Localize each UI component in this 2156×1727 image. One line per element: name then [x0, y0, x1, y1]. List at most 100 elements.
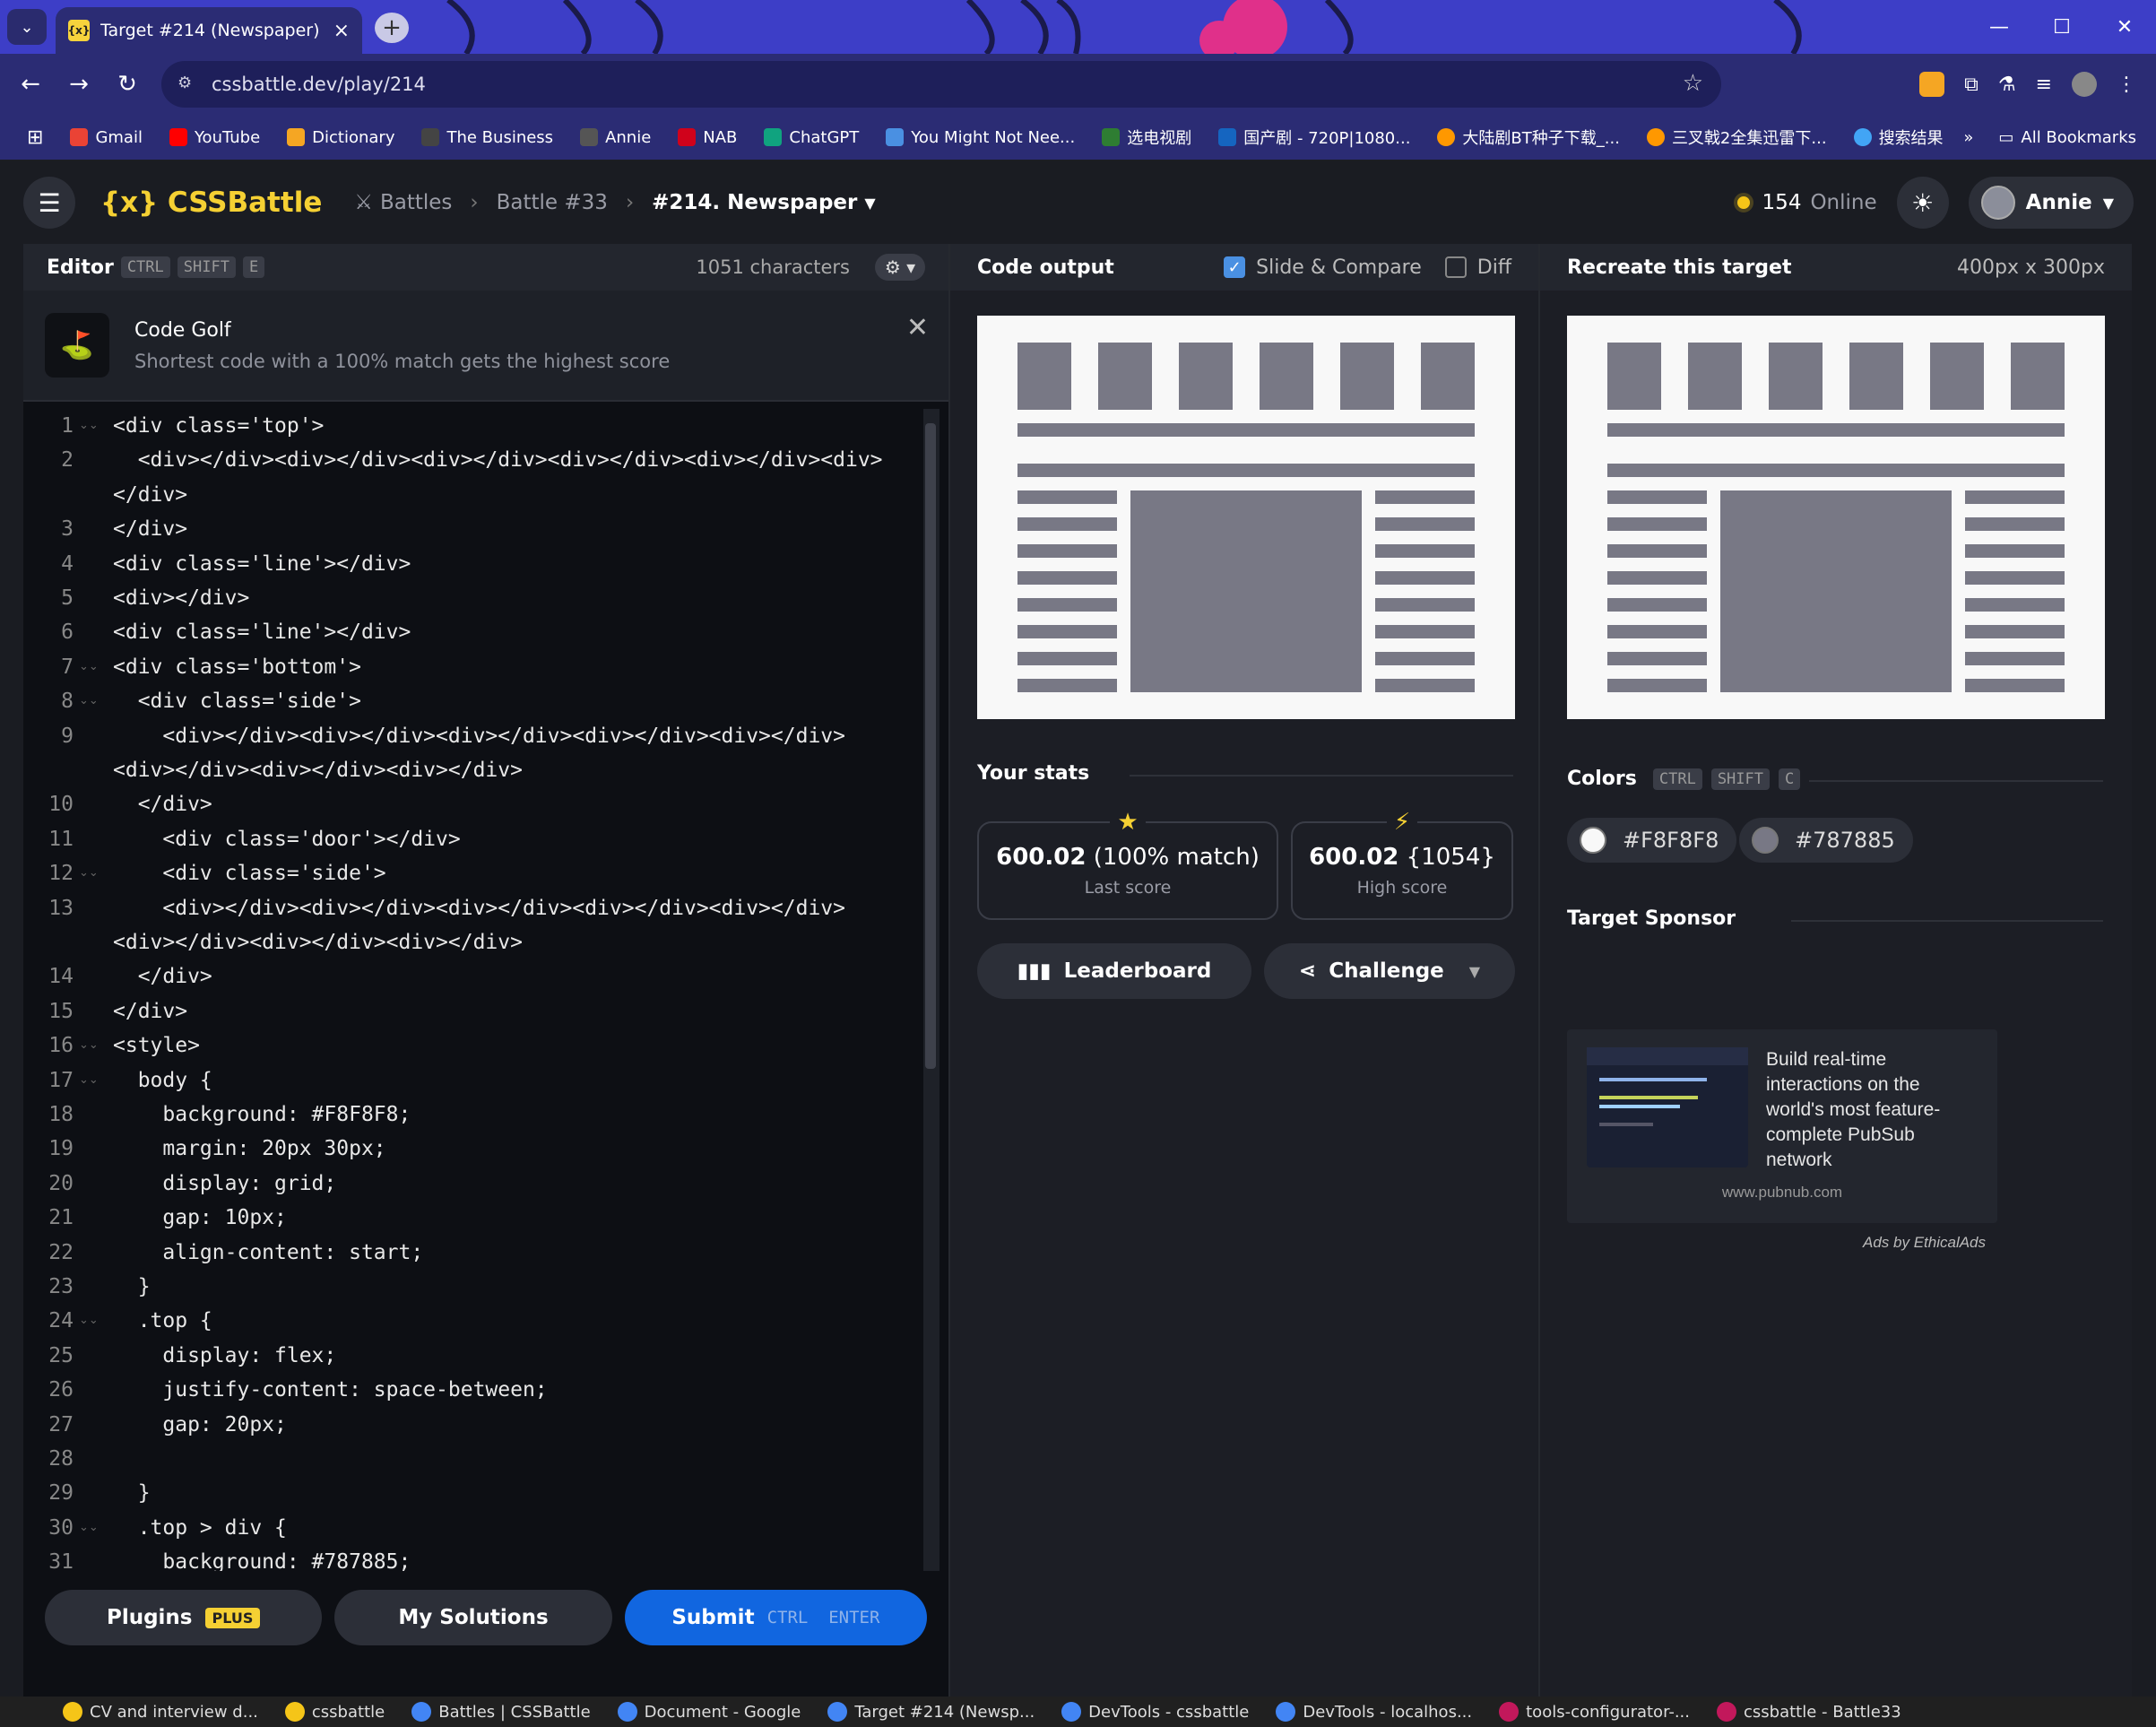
labs-flask-icon[interactable]: ⚗ [1998, 74, 2016, 96]
line-number: 9 [61, 724, 74, 748]
bookmark-item[interactable]: 选电视剧 [1102, 126, 1191, 149]
extension-icon[interactable] [1919, 72, 1945, 97]
media-controls-icon[interactable]: ≡ [2036, 74, 2052, 96]
caret-down-icon[interactable]: ▼ [1469, 963, 1480, 980]
window-close-button[interactable]: ✕ [2093, 0, 2156, 54]
editor-header: Editor CTRL SHIFT E 1051 characters ⚙ ▾ [23, 244, 948, 291]
taskbar-item[interactable]: Document - Google [617, 1702, 801, 1722]
editor-footer: Plugins PLUS My Solutions Submit CTRL EN… [23, 1580, 948, 1655]
bookmark-item[interactable]: 搜索结果 [1853, 126, 1944, 149]
bookmark-item[interactable]: Gmail [70, 128, 143, 147]
cssbattle-logo[interactable]: {x} CSSBattle [100, 187, 322, 219]
code-line: <div></div><div></div><div></div><div></… [113, 896, 845, 920]
ads-by-link[interactable]: Ads by EthicalAds [1863, 1234, 1986, 1252]
browser-menu-icon[interactable]: ⋮ [2117, 74, 2136, 96]
app-icon [411, 1702, 432, 1722]
theme-toggle-sun-icon[interactable]: ☀ [1896, 177, 1949, 229]
line-number: 4 [61, 551, 74, 576]
reload-button[interactable]: ↻ [109, 66, 145, 102]
chevron-double-right-icon[interactable]: » [1963, 128, 1973, 147]
submit-button[interactable]: Submit CTRL ENTER [624, 1590, 928, 1645]
target-preview[interactable] [1567, 316, 2105, 719]
leaderboard-button[interactable]: ▮▮▮ Leaderboard [977, 943, 1251, 999]
taskbar-item[interactable]: DevTools - cssbattle [1061, 1702, 1249, 1722]
all-bookmarks-folder[interactable]: ▭ All Bookmarks [1998, 128, 2136, 147]
slide-compare-toggle[interactable]: ✓ Slide & Compare [1224, 256, 1422, 279]
bookmark-item[interactable]: YouTube [169, 128, 260, 147]
bookmark-item[interactable]: 国产剧 - 720P|1080... [1218, 126, 1410, 149]
code-line: <div></div><div></div><div></div> [113, 759, 523, 782]
play-icon [1646, 128, 1665, 146]
tab-search-button[interactable]: ⌄ [7, 9, 47, 45]
bookmark-star-icon[interactable]: ☆ [1683, 70, 1703, 97]
site-info-icon[interactable]: ⚙ [178, 74, 199, 95]
taskbar-item[interactable]: Target #214 (Newsp... [827, 1702, 1035, 1722]
code-line: <div></div><div></div><div></div><div></… [113, 724, 845, 748]
bookmark-item[interactable]: You Might Not Nee... [886, 128, 1075, 147]
profile-avatar-icon[interactable] [2072, 72, 2097, 97]
editor-settings-gear-icon[interactable]: ⚙ ▾ [875, 254, 925, 281]
fold-chevron-icon[interactable]: ⌄⌄ [79, 684, 99, 718]
taskbar-item[interactable]: cssbattle - Battle33 [1716, 1702, 1901, 1722]
breadcrumb-battle[interactable]: Battle #33 [497, 191, 608, 214]
bookmark-item[interactable]: Dictionary [287, 128, 394, 147]
hamburger-menu-button[interactable]: ☰ [23, 177, 75, 229]
my-solutions-button[interactable]: My Solutions [334, 1590, 612, 1645]
fold-chevron-icon[interactable]: ⌄⌄ [79, 1511, 99, 1545]
fold-chevron-icon[interactable]: ⌄⌄ [79, 1304, 99, 1338]
tab-active[interactable]: {x} Target #214 (Newspaper) - CSSB × [56, 7, 362, 54]
play-icon [1437, 128, 1456, 146]
fold-chevron-icon[interactable]: ⌄⌄ [79, 650, 99, 684]
challenge-button[interactable]: ⋖ Challenge ▼ [1264, 943, 1515, 999]
plugins-button[interactable]: Plugins PLUS [45, 1590, 323, 1645]
line-number: 3 [61, 517, 74, 542]
color-chip-light[interactable]: #F8F8F8 [1567, 818, 1737, 863]
checkbox-checked-icon[interactable]: ✓ [1224, 256, 1246, 278]
taskbar-item[interactable]: cssbattle [284, 1702, 385, 1722]
tab-close-icon[interactable]: × [333, 20, 350, 42]
output-preview[interactable] [977, 316, 1515, 719]
sponsor-ad[interactable]: Build real-time interactions on the worl… [1567, 1029, 1997, 1223]
close-icon[interactable]: ✕ [906, 312, 929, 343]
high-score-card: ⚡ 600.02 {1054} High score [1291, 809, 1513, 920]
fold-chevron-icon[interactable]: ⌄⌄ [79, 1028, 99, 1063]
code-line: body { [113, 1068, 212, 1092]
app-icon [1276, 1702, 1296, 1722]
bookmark-item[interactable]: ChatGPT [764, 128, 859, 147]
bookmark-item[interactable]: Annie [580, 128, 651, 147]
code-editor[interactable]: 1 ⌄⌄ <div class='top'> 2 <div></div><div></… [23, 409, 929, 1571]
breadcrumb-target[interactable]: #214. Newspaper [652, 191, 857, 214]
newspaper-target-render [1607, 343, 2065, 692]
address-bar[interactable]: ⚙ cssbattle.dev/play/214 ☆ [161, 61, 1721, 108]
extensions-puzzle-icon[interactable]: ⧉ [1964, 74, 1978, 96]
fold-chevron-icon[interactable]: ⌄⌄ [79, 409, 99, 443]
diff-toggle[interactable]: Diff [1444, 256, 1511, 279]
maximize-button[interactable]: ☐ [2030, 0, 2093, 54]
checkbox-unchecked-icon[interactable] [1444, 256, 1467, 278]
bookmark-item[interactable]: NAB [678, 128, 737, 147]
code-line: <div></div> [113, 586, 250, 610]
apps-grid-icon[interactable]: ⊞ [27, 126, 43, 149]
user-menu-button[interactable]: Annie ▼ [1968, 177, 2134, 229]
back-button[interactable]: ← [13, 66, 48, 102]
forward-button[interactable]: → [61, 66, 97, 102]
bookmark-item[interactable]: 大陆剧BT种子下载_... [1437, 126, 1620, 149]
fold-chevron-icon[interactable]: ⌄⌄ [79, 1063, 99, 1098]
line-number: 26 [48, 1378, 74, 1402]
breadcrumb-battles[interactable]: Battles [380, 191, 452, 214]
color-chip-gray[interactable]: #787885 [1739, 818, 1913, 863]
line-number: 11 [48, 827, 74, 851]
taskbar-item[interactable]: Battles | CSSBattle [411, 1702, 591, 1722]
code-line: .top > div { [113, 1515, 287, 1540]
sponsor-url[interactable]: www.pubnub.com [1567, 1184, 1997, 1202]
bookmark-item[interactable]: The Business [421, 128, 553, 147]
fold-chevron-icon[interactable]: ⌄⌄ [79, 856, 99, 890]
bookmark-item[interactable]: 三叉戟2全集迅雷下... [1646, 126, 1827, 149]
editor-scrollbar-thumb[interactable] [925, 423, 936, 1069]
caret-down-icon[interactable]: ▼ [864, 195, 875, 212]
minimize-button[interactable]: — [1968, 0, 2030, 54]
taskbar-item[interactable]: tools-configurator-... [1499, 1702, 1690, 1722]
taskbar-item[interactable]: DevTools - localhos... [1276, 1702, 1472, 1722]
taskbar-item[interactable]: CV and interview d... [63, 1702, 258, 1722]
new-tab-button[interactable]: + [375, 13, 409, 43]
